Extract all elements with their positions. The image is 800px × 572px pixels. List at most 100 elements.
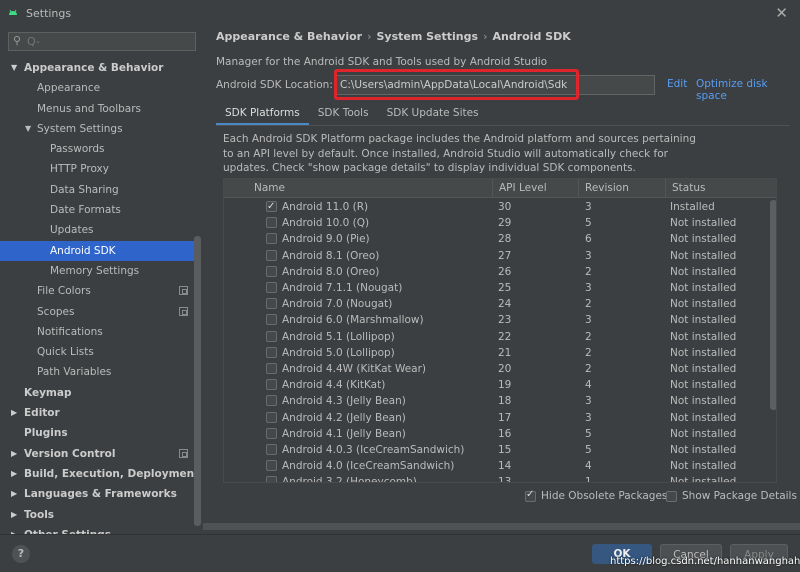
table-row[interactable]: Android 11.0 (R) 30 3 Installed	[224, 199, 776, 215]
hide-obsolete-checkbox[interactable]	[525, 489, 536, 502]
cell-api: 21	[498, 346, 512, 359]
sidebar-item[interactable]: HTTP Proxy	[0, 159, 194, 179]
chevron-right-icon[interactable]: ▶	[11, 525, 17, 534]
sidebar-item[interactable]: Keymap	[0, 383, 194, 403]
column-header-name[interactable]: Name	[224, 179, 491, 198]
row-checkbox[interactable]	[266, 199, 277, 215]
chevron-right-icon: ›	[483, 30, 488, 43]
sidebar-item[interactable]: ▶ Languages & Frameworks	[0, 484, 194, 504]
table-row[interactable]: Android 10.0 (Q) 29 5 Not installed	[224, 215, 776, 231]
chevron-right-icon[interactable]: ▶	[11, 464, 17, 484]
sidebar-item[interactable]: ▶ Tools	[0, 505, 194, 525]
sidebar-item[interactable]: Menus and Toolbars	[0, 99, 194, 119]
tab-sdk-tools[interactable]: SDK Tools	[309, 102, 378, 126]
sidebar-item[interactable]: Updates	[0, 220, 194, 240]
hide-obsolete-option[interactable]: Hide Obsolete Packages	[525, 489, 667, 502]
content-horizontal-scrollbar[interactable]	[203, 523, 800, 530]
chevron-right-icon[interactable]: ▶	[11, 403, 17, 423]
search-icon: ⚲	[13, 34, 22, 47]
sidebar-item[interactable]: Passwords	[0, 139, 194, 159]
sidebar-item[interactable]: ▶ Editor	[0, 403, 194, 423]
chevron-down-icon[interactable]: ▼	[11, 58, 17, 78]
sidebar-item[interactable]: ▼ Appearance & Behavior	[0, 58, 194, 78]
table-row[interactable]: Android 4.0.3 (IceCreamSandwich) 15 5 Not i…	[224, 442, 776, 458]
page-description: Manager for the Android SDK and Tools us…	[216, 56, 548, 68]
table-row[interactable]: Android 4.2 (Jelly Bean) 17 3 Not installed	[224, 410, 776, 426]
tab-sdk-update-sites[interactable]: SDK Update Sites	[378, 102, 488, 126]
sidebar-item[interactable]: Path Variables	[0, 362, 194, 382]
table-row[interactable]: Android 9.0 (Pie) 28 6 Not installed	[224, 231, 776, 247]
table-row[interactable]: Android 7.0 (Nougat) 24 2 Not installed	[224, 296, 776, 312]
row-checkbox[interactable]	[266, 427, 277, 439]
row-checkbox[interactable]	[266, 363, 277, 374]
cell-status: Not installed	[670, 411, 737, 424]
sidebar-item[interactable]: ▼ System Settings	[0, 119, 194, 139]
table-row[interactable]: Android 8.1 (Oreo) 27 3 Not installed	[224, 248, 776, 264]
optimize-disk-space-link[interactable]: Optimize disk space	[696, 78, 800, 102]
sidebar-item[interactable]: File Colors	[0, 281, 194, 301]
settings-search[interactable]: ⚲	[8, 32, 196, 51]
row-checkbox[interactable]	[266, 411, 277, 423]
help-icon[interactable]: ?	[12, 545, 30, 563]
cell-rev: 2	[585, 346, 592, 359]
cell-rev: 2	[585, 298, 592, 311]
chevron-right-icon[interactable]: ▶	[11, 444, 17, 464]
table-row[interactable]: Android 5.0 (Lollipop) 21 2 Not installed	[224, 345, 776, 361]
sidebar-item-label: Quick Lists	[37, 346, 94, 359]
chevron-right-icon[interactable]: ▶	[11, 484, 17, 504]
cell-name: Android 11.0 (R)	[282, 201, 369, 213]
table-row[interactable]: Android 5.1 (Lollipop) 22 2 Not installed	[224, 329, 776, 345]
sidebar-item[interactable]: Android SDK	[0, 240, 194, 261]
show-details-checkbox[interactable]	[666, 490, 677, 502]
sidebar-item[interactable]: Quick Lists	[0, 342, 194, 362]
sidebar-item[interactable]: Plugins	[0, 423, 194, 443]
row-checkbox[interactable]	[266, 444, 277, 455]
row-checkbox[interactable]	[266, 476, 277, 482]
table-row[interactable]: Android 4.1 (Jelly Bean) 16 5 Not installed	[224, 426, 776, 442]
row-checkbox[interactable]	[266, 298, 277, 310]
chevron-down-icon[interactable]: ▼	[25, 119, 31, 139]
cell-status: Not installed	[670, 298, 737, 311]
row-checkbox[interactable]	[266, 330, 277, 342]
sidebar-item[interactable]: Data Sharing	[0, 180, 194, 200]
table-row[interactable]: Android 4.3 (Jelly Bean) 18 3 Not installed	[224, 393, 776, 409]
table-row[interactable]: Android 7.1.1 (Nougat) 25 3 Not installed	[224, 280, 776, 296]
column-header-status[interactable]: Status	[665, 179, 776, 198]
cell-api: 27	[498, 249, 512, 262]
edit-link[interactable]: Edit	[667, 78, 687, 90]
sidebar-item[interactable]: ▶ Build, Execution, Deployment	[0, 464, 199, 484]
sidebar-item[interactable]: Memory Settings	[0, 261, 194, 281]
breadcrumb: Appearance & Behavior › System Settings › An…	[216, 30, 571, 43]
table-row[interactable]: Android 6.0 (Marshmallow) 23 3 Not installe…	[224, 312, 776, 328]
show-details-option[interactable]: Show Package Details	[666, 490, 797, 502]
table-row[interactable]: Android 4.4W (KitKat Wear) 20 2 Not install…	[224, 361, 776, 377]
table-scrollbar[interactable]	[770, 200, 776, 410]
row-checkbox[interactable]	[266, 460, 277, 472]
sidebar-item[interactable]: Appearance	[0, 78, 194, 98]
column-header-revision[interactable]: Revision	[578, 179, 665, 198]
close-icon[interactable]: ✕	[775, 4, 788, 22]
search-input[interactable]	[27, 34, 191, 49]
sidebar-scrollbar[interactable]	[194, 236, 201, 526]
row-checkbox[interactable]	[266, 395, 277, 407]
row-checkbox[interactable]	[266, 282, 277, 293]
sidebar-item[interactable]: Scopes	[0, 302, 194, 322]
row-checkbox[interactable]	[266, 217, 277, 229]
sidebar-item[interactable]: ▶ Version Control	[0, 444, 194, 464]
table-row[interactable]: Android 3.2 (Honeycomb) 13 1 Not installed	[224, 474, 776, 482]
row-checkbox[interactable]	[266, 314, 277, 326]
table-row[interactable]: Android 4.0 (IceCreamSandwich) 14 4 Not ins…	[224, 458, 776, 474]
row-checkbox[interactable]	[266, 346, 277, 358]
row-checkbox[interactable]	[266, 379, 277, 391]
tab-sdk-platforms[interactable]: SDK Platforms	[216, 102, 309, 126]
sidebar-item[interactable]: Notifications	[0, 322, 194, 342]
sidebar-item[interactable]: Date Formats	[0, 200, 194, 220]
row-checkbox[interactable]	[266, 249, 277, 261]
row-checkbox[interactable]	[266, 265, 277, 277]
sidebar-item[interactable]: ▶ Other Settings	[0, 525, 194, 534]
table-row[interactable]: Android 8.0 (Oreo) 26 2 Not installed	[224, 264, 776, 280]
row-checkbox[interactable]	[266, 233, 277, 245]
column-header-api-level[interactable]: API Level	[492, 179, 578, 198]
chevron-right-icon[interactable]: ▶	[11, 505, 17, 525]
table-row[interactable]: Android 4.4 (KitKat) 19 4 Not installed	[224, 377, 776, 393]
